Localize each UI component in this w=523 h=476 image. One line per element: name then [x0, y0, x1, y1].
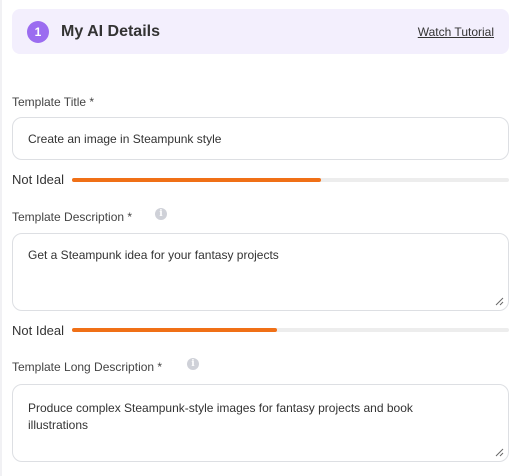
template-title-value: Create an image in Steampunk style: [28, 132, 222, 146]
template-title-rating-label: Not Ideal: [12, 172, 65, 187]
template-description-rating-fill: [72, 328, 278, 332]
section-header: 1 My AI Details Watch Tutorial: [12, 9, 509, 54]
resize-handle-icon[interactable]: [494, 296, 504, 306]
step-number-badge: 1: [27, 21, 49, 43]
template-description-value: Get a Steampunk idea for your fantasy pr…: [28, 248, 279, 262]
template-long-description-textarea[interactable]: Produce complex Steampunk-style images f…: [12, 384, 509, 462]
resize-handle-icon[interactable]: [494, 447, 504, 457]
template-title-label: Template Title *: [12, 95, 95, 109]
template-long-description-value: Produce complex Steampunk-style images f…: [28, 401, 413, 432]
left-border: [0, 0, 2, 476]
template-title-rating-fill: [72, 178, 322, 182]
template-description-rating-label: Not Ideal: [12, 323, 65, 338]
template-description-rating-bar: [72, 328, 509, 332]
section-title: My AI Details: [61, 23, 160, 40]
watch-tutorial-link[interactable]: Watch Tutorial: [418, 24, 494, 40]
template-description-label: Template Description *: [12, 210, 133, 224]
template-title-rating-bar: [72, 178, 509, 182]
info-icon[interactable]: i: [187, 358, 199, 370]
template-long-description-label: Template Long Description *: [12, 360, 163, 374]
template-title-input[interactable]: Create an image in Steampunk style: [12, 117, 509, 160]
info-icon[interactable]: i: [155, 208, 167, 220]
template-description-textarea[interactable]: Get a Steampunk idea for your fantasy pr…: [12, 233, 509, 311]
